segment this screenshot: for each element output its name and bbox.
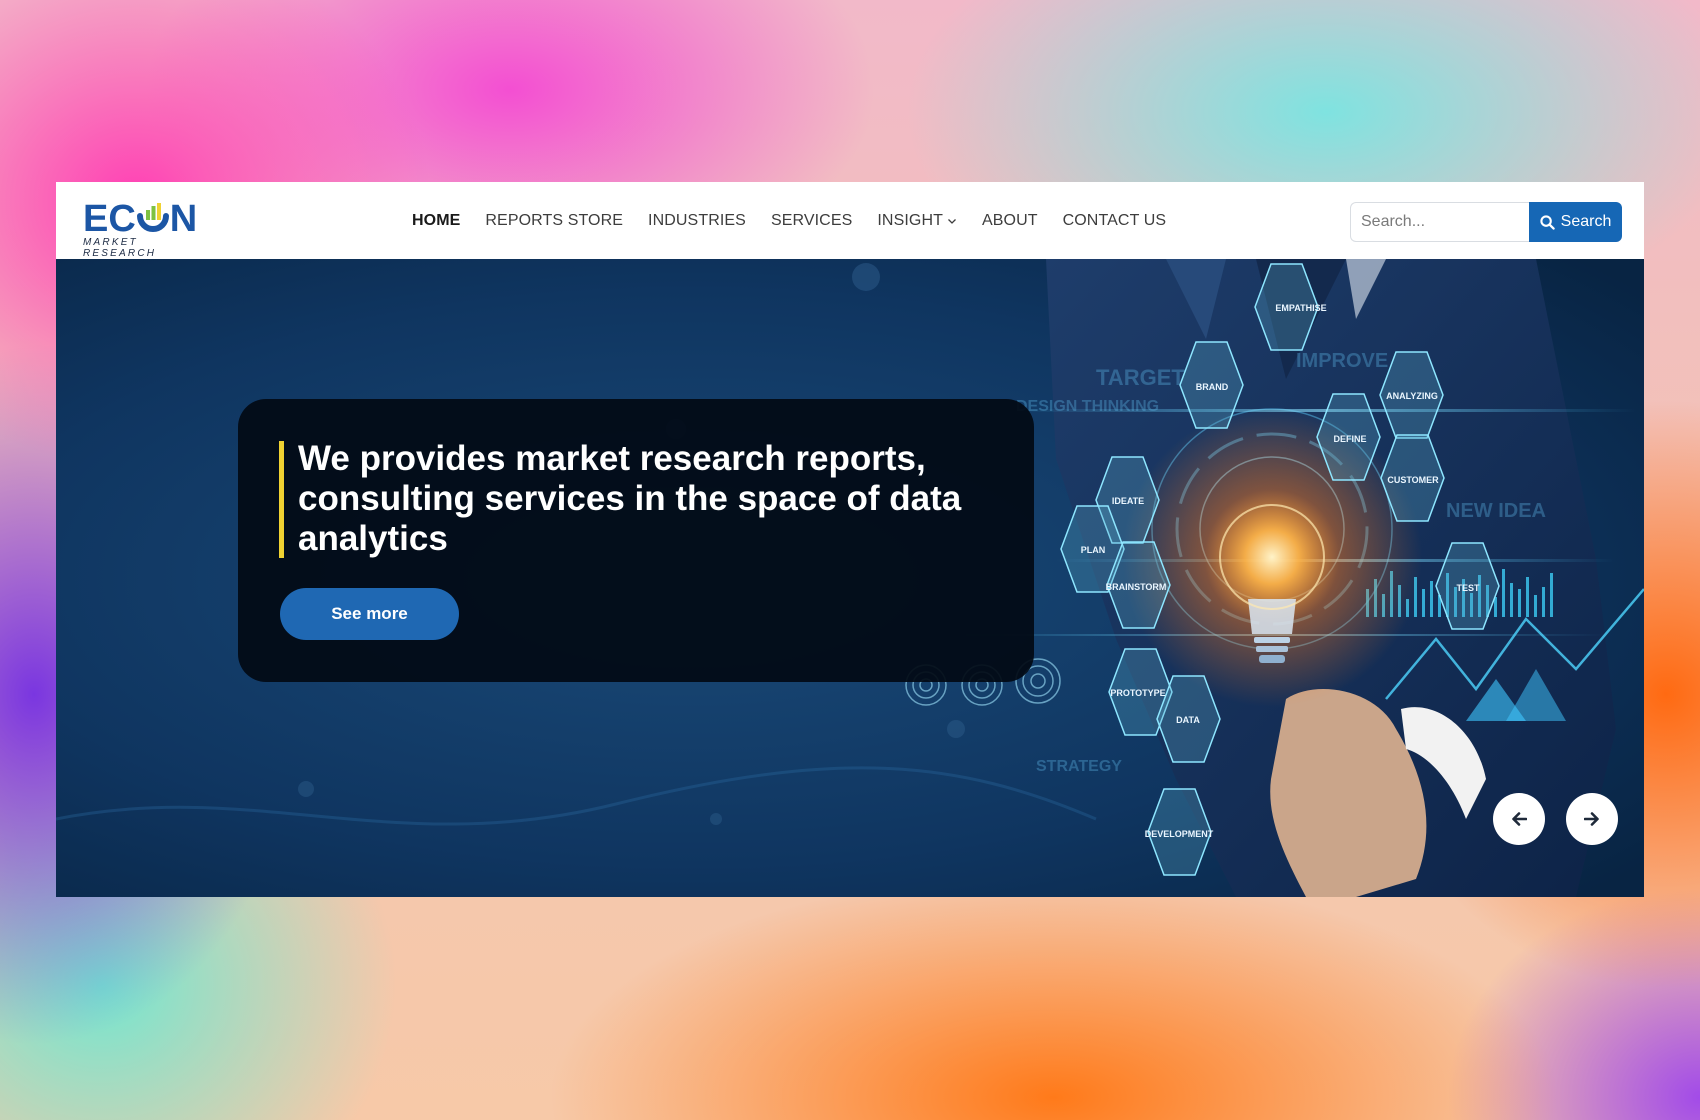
hex-label-customer: CUSTOMER [1387, 475, 1439, 485]
hex-label-data: DATA [1176, 715, 1200, 725]
nav-item-insight[interactable]: INSIGHT [877, 212, 957, 230]
hex-label-empathise: EMPATHISE [1275, 303, 1326, 313]
logo-text-left: EC [83, 198, 136, 240]
see-more-button[interactable]: See more [280, 588, 459, 640]
hex-label-brand: BRAND [1196, 382, 1229, 392]
logo-wordmark: EC N [83, 198, 203, 240]
slider-next-button[interactable] [1566, 793, 1618, 845]
bg-word-strategy: STRATEGY [1036, 758, 1122, 775]
chevron-down-icon [948, 218, 956, 224]
logo-text-right: N [169, 198, 198, 240]
hero-caption-card: We provides market research reports, con… [238, 399, 1034, 682]
hex-label-prototype: PROTOTYPE [1110, 688, 1165, 698]
hex-label-test: TEST [1456, 583, 1480, 593]
hex-label-brainstorm: BRAINSTORM [1106, 582, 1167, 592]
caption-accent-bar [279, 441, 284, 558]
browser-frame: EC N MARKET RESEARCH HOME REPORTS STORE … [56, 182, 1644, 897]
hero-slider: EMPATHISE BRAND ANALYZING DEFINE CUSTOME… [56, 259, 1644, 897]
hex-label-ideate: IDEATE [1112, 496, 1144, 506]
nav-item-services[interactable]: SERVICES [771, 212, 852, 230]
bg-word-design-thinking: DESIGN THINKING [1016, 398, 1159, 415]
hex-label-define: DEFINE [1333, 434, 1366, 444]
site-logo[interactable]: EC N MARKET RESEARCH [83, 198, 203, 259]
main-nav: HOME REPORTS STORE INDUSTRIES SERVICES I… [412, 182, 1191, 259]
arrow-right-icon [1584, 812, 1599, 826]
logo-subtitle: MARKET RESEARCH [83, 237, 157, 259]
hero-headline: We provides market research reports, con… [298, 439, 962, 558]
search-input[interactable] [1350, 202, 1529, 242]
nav-item-about[interactable]: ABOUT [982, 212, 1038, 230]
hex-label-plan: PLAN [1081, 545, 1106, 555]
bg-word-improve: IMPROVE [1296, 350, 1388, 372]
bg-word-new-idea: NEW IDEA [1446, 500, 1546, 522]
nav-item-industries[interactable]: INDUSTRIES [648, 212, 746, 230]
logo-chart-icon [136, 202, 170, 236]
bg-word-target: TARGET [1096, 365, 1185, 390]
search-button[interactable]: Search [1529, 202, 1622, 242]
nav-item-contact-us[interactable]: CONTACT US [1063, 212, 1167, 230]
nav-item-reports-store[interactable]: REPORTS STORE [485, 212, 623, 230]
search-button-label: Search [1560, 213, 1612, 230]
hex-label-development: DEVELOPMENT [1145, 829, 1214, 839]
arrow-left-icon [1512, 812, 1527, 826]
nav-item-home[interactable]: HOME [412, 212, 460, 230]
nav-item-insight-label: INSIGHT [877, 211, 943, 229]
site-header: EC N MARKET RESEARCH HOME REPORTS STORE … [56, 182, 1644, 259]
hex-label-analyzing: ANALYZING [1386, 391, 1438, 401]
search-icon [1540, 214, 1555, 230]
search-form: Search [1350, 202, 1622, 242]
slider-prev-button[interactable] [1493, 793, 1545, 845]
